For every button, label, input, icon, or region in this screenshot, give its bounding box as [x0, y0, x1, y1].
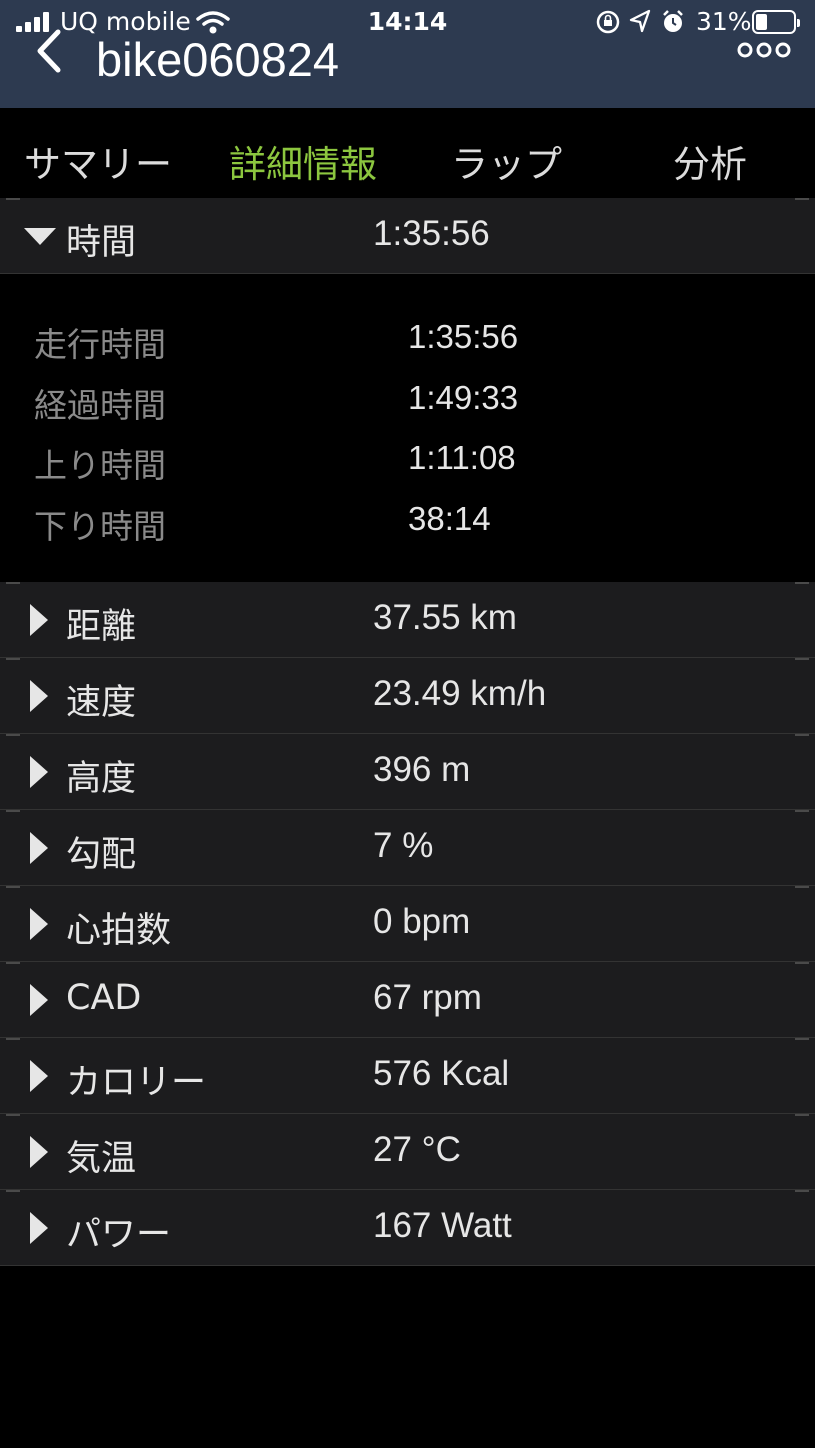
tab-details[interactable]: 詳細情報: [229, 134, 377, 188]
detail-value: 1:35:56: [408, 318, 519, 355]
detail-label: 経過時間: [34, 386, 166, 425]
alarm-icon: [663, 10, 683, 32]
section-label: 時間: [66, 223, 137, 263]
more-dots-icon[interactable]: [736, 40, 792, 60]
section-calories[interactable]: カロリー 576 Kcal: [0, 1038, 815, 1114]
triangle-right-icon: [30, 908, 48, 940]
detail-label: 走行時間: [34, 325, 166, 364]
location-icon: [629, 9, 651, 33]
section-label: 高度: [66, 759, 137, 799]
detail-value: 1:49:33: [408, 379, 519, 416]
section-value: 1:35:56: [373, 214, 490, 253]
tab-summary[interactable]: サマリー: [24, 134, 172, 188]
section-label: カロリー: [66, 1063, 207, 1103]
section-label: 速度: [66, 683, 137, 723]
section-value: 67 rpm: [373, 978, 482, 1017]
detail-value: 38:14: [408, 500, 491, 537]
status-icons: [596, 9, 683, 34]
section-value: 167 Watt: [373, 1206, 512, 1245]
section-label: 気温: [66, 1139, 137, 1179]
page-title: bike060824: [96, 33, 340, 86]
battery-percent: 31%: [696, 7, 752, 36]
tab-laps[interactable]: ラップ: [451, 134, 562, 188]
orientation-lock-icon: [596, 10, 620, 34]
section-value: 37.55 km: [373, 598, 517, 637]
section-temperature[interactable]: 気温 27 °C: [0, 1114, 815, 1190]
section-speed[interactable]: 速度 23.49 km/h: [0, 658, 815, 734]
section-heart-rate[interactable]: 心拍数 0 bpm: [0, 886, 815, 962]
triangle-right-icon: [30, 984, 48, 1016]
triangle-right-icon: [30, 680, 48, 712]
section-label: 距離: [66, 607, 137, 647]
section-power[interactable]: パワー 167 Watt: [0, 1190, 815, 1266]
triangle-right-icon: [30, 1136, 48, 1168]
tab-analysis[interactable]: 分析: [673, 134, 747, 188]
time-details: 走行時間 1:35:56 経過時間 1:49:33 上り時間 1:11:08 下…: [0, 274, 815, 582]
triangle-right-icon: [30, 1212, 48, 1244]
section-cadence[interactable]: CAD 67 rpm: [0, 962, 815, 1038]
section-altitude[interactable]: 高度 396 m: [0, 734, 815, 810]
battery-icon: [752, 10, 800, 34]
section-value: 576 Kcal: [373, 1054, 510, 1093]
chevron-left-icon[interactable]: [34, 28, 64, 74]
section-distance[interactable]: 距離 37.55 km: [0, 582, 815, 658]
triangle-right-icon: [30, 604, 48, 636]
section-label: パワー: [66, 1215, 172, 1255]
section-time[interactable]: 時間 1:35:56: [0, 198, 815, 274]
detail-label: 下り時間: [34, 507, 166, 546]
detail-label: 上り時間: [34, 446, 166, 485]
detail-value: 1:11:08: [408, 439, 516, 476]
section-value: 396 m: [373, 750, 471, 789]
triangle-right-icon: [30, 1060, 48, 1092]
section-grade[interactable]: 勾配 7 %: [0, 810, 815, 886]
section-value: 0 bpm: [373, 902, 471, 941]
section-label: 心拍数: [66, 911, 172, 951]
section-label: CAD: [66, 978, 142, 1018]
tab-bar: サマリー 詳細情報 ラップ 分析: [0, 108, 815, 198]
section-value: 27 °C: [373, 1130, 461, 1169]
triangle-down-icon: [24, 228, 56, 245]
triangle-right-icon: [30, 756, 48, 788]
section-value: 23.49 km/h: [373, 674, 547, 713]
triangle-right-icon: [30, 832, 48, 864]
section-value: 7 %: [373, 826, 434, 865]
app-header: UQ mobile 14:14 31% bike060824: [0, 0, 815, 108]
section-label: 勾配: [66, 835, 137, 875]
